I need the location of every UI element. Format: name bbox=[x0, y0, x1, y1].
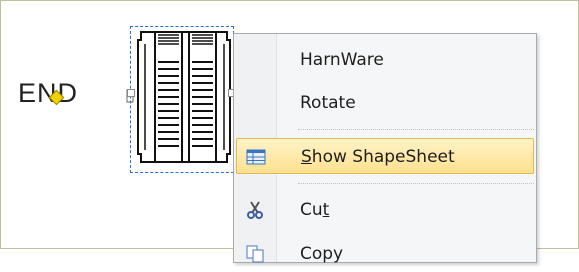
menu-separator bbox=[298, 183, 534, 184]
menu-item-copy[interactable]: Copy bbox=[236, 236, 534, 272]
context-menu: HarnWare Rotate Show ShapeSheet Cut Copy bbox=[233, 33, 537, 264]
menu-item-label: HarnWare bbox=[300, 50, 384, 70]
menu-item-label: Rotate bbox=[300, 93, 356, 113]
resize-handle-left[interactable] bbox=[127, 89, 135, 97]
menu-separator bbox=[298, 129, 534, 130]
menu-item-show-shapesheet[interactable]: Show ShapeSheet bbox=[236, 138, 534, 174]
menu-item-harnware[interactable]: HarnWare bbox=[236, 42, 534, 78]
menu-item-label: Show ShapeSheet bbox=[301, 147, 455, 167]
scissors-icon bbox=[245, 201, 265, 219]
selection-box[interactable] bbox=[130, 26, 234, 173]
menu-item-rotate[interactable]: Rotate bbox=[236, 85, 534, 121]
shapesheet-icon bbox=[246, 148, 266, 166]
menu-item-label: Cut bbox=[300, 200, 330, 220]
menu-item-label: Copy bbox=[300, 244, 344, 264]
menu-item-cut[interactable]: Cut bbox=[236, 192, 534, 228]
copy-icon bbox=[245, 245, 265, 263]
